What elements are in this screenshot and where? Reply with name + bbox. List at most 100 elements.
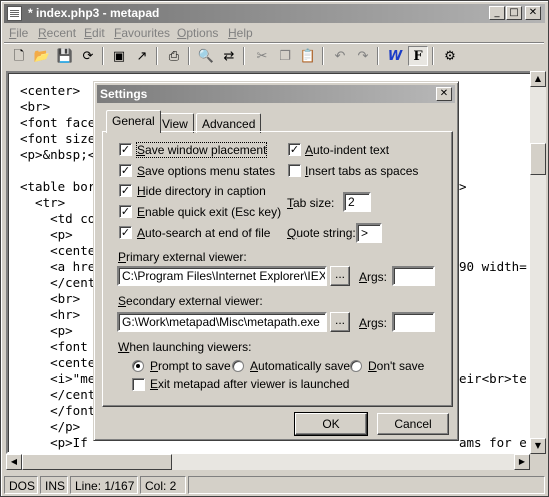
prompt-to-save-label: Prompt to save xyxy=(150,359,231,373)
settings-icon[interactable]: ⚙ xyxy=(440,46,460,66)
code-line-fragment: > xyxy=(459,179,467,194)
toolbar-separator xyxy=(432,47,434,65)
code-line: </font xyxy=(20,403,96,418)
code-line: </cent xyxy=(20,275,96,290)
status-column: Col: 2 xyxy=(140,476,186,494)
dont-save-radio[interactable] xyxy=(350,360,362,372)
tab-general[interactable]: General xyxy=(106,110,161,133)
save-options-menu-checkbox[interactable]: ✓ xyxy=(119,164,132,177)
menu-edit[interactable]: Edit xyxy=(84,26,105,40)
code-line: <br> xyxy=(20,291,81,306)
maximize-button[interactable]: □ xyxy=(506,6,522,20)
code-line: <cente xyxy=(20,355,96,370)
primary-viewer-path-input[interactable]: C:\Program Files\Internet Explorer\IEXPL xyxy=(117,266,327,286)
scroll-up-button[interactable]: ▲ xyxy=(530,71,546,87)
exit-after-launch-checkbox[interactable] xyxy=(132,378,145,391)
menu-options[interactable]: Options xyxy=(177,26,218,40)
tab-size-input[interactable]: 2 xyxy=(343,192,371,212)
code-line: <p>If xyxy=(20,435,88,450)
menu-file[interactable]: File xyxy=(9,26,28,40)
print-icon[interactable]: ⎙ xyxy=(164,46,184,66)
code-line: <td co xyxy=(20,211,96,226)
word-wrap-icon[interactable]: W xyxy=(385,46,405,66)
code-line: <a hre xyxy=(20,259,96,274)
cancel-button[interactable]: Cancel xyxy=(377,413,449,435)
insert-tabs-spaces-checkbox[interactable] xyxy=(288,164,301,177)
tab-view[interactable]: View xyxy=(156,113,194,133)
code-line: <hr> xyxy=(20,307,81,322)
scroll-thumb[interactable] xyxy=(530,143,546,175)
code-line: <p> xyxy=(20,227,73,242)
primary-browse-button[interactable]: ... xyxy=(330,266,350,286)
title-bar: * index.php3 - metapad _ □ ✕ xyxy=(4,4,545,23)
primary-args-label: Args: xyxy=(359,270,388,284)
scroll-down-button[interactable]: ▼ xyxy=(530,438,546,454)
quote-string-input[interactable]: > xyxy=(356,223,382,243)
launch-viewer-icon[interactable]: ▣ xyxy=(109,46,129,66)
exit-after-launch-label: Exit metapad after viewer is launched xyxy=(150,377,350,391)
quick-exit-checkbox[interactable]: ✓ xyxy=(119,205,132,218)
secondary-browse-button[interactable]: ... xyxy=(330,312,350,332)
find-icon[interactable]: 🔍 xyxy=(196,46,216,66)
code-line-fragment: eir<br>te xyxy=(459,371,527,386)
auto-indent-checkbox[interactable]: ✓ xyxy=(288,143,301,156)
auto-save-radio[interactable] xyxy=(232,360,244,372)
auto-search-checkbox[interactable]: ✓ xyxy=(119,226,132,239)
toolbar: 🗋 📂 💾 ⟳ ▣ ↗ ⎙ 🔍 ⇄ ✂ ❐ 📋 ↶ ↷ W F ⚙ xyxy=(4,42,544,70)
status-insert-mode: INS xyxy=(40,476,68,494)
scroll-left-button[interactable]: ◀ xyxy=(6,454,22,470)
tab-advanced[interactable]: Advanced xyxy=(196,113,262,133)
toolbar-separator xyxy=(243,47,245,65)
secondary-args-label: Args: xyxy=(359,316,388,330)
tab-advanced-label: Advanced xyxy=(202,117,256,131)
primary-args-input[interactable] xyxy=(392,266,435,286)
replace-icon[interactable]: ⇄ xyxy=(219,46,239,66)
code-line: <center> xyxy=(20,83,81,98)
code-line: </p> xyxy=(20,419,81,434)
copy-icon[interactable]: ❐ xyxy=(275,46,295,66)
code-line: <p> xyxy=(20,323,73,338)
hide-directory-label: Hide directory in caption xyxy=(137,184,266,198)
menu-favourites[interactable]: Favourites xyxy=(114,26,170,40)
secondary-viewer-path-input[interactable]: G:\Work\metapad\Misc\metapath.exe xyxy=(117,312,327,332)
font-toggle-icon[interactable]: F xyxy=(408,46,428,66)
horizontal-scrollbar[interactable]: ◀ ▶ xyxy=(6,454,530,470)
redo-icon[interactable]: ↷ xyxy=(353,46,373,66)
toolbar-separator xyxy=(377,47,379,65)
launch-secondary-icon[interactable]: ↗ xyxy=(132,46,152,66)
menu-bar: File Recent Edit Favourites Options Help xyxy=(4,24,544,42)
code-line: <p>&nbsp;< xyxy=(20,147,96,162)
cut-icon[interactable]: ✂ xyxy=(252,46,272,66)
save-window-placement-checkbox[interactable]: ✓ xyxy=(119,143,132,156)
minimize-button[interactable]: _ xyxy=(489,6,505,20)
code-line: <cente xyxy=(20,243,96,258)
open-folder-icon[interactable]: 📂 xyxy=(32,46,52,66)
size-grip xyxy=(530,454,546,470)
secondary-args-input[interactable] xyxy=(392,312,435,332)
close-button[interactable]: ✕ xyxy=(525,6,541,20)
window-title: * index.php3 - metapad xyxy=(28,6,160,20)
menu-help[interactable]: Help xyxy=(228,26,253,40)
auto-search-label: Auto-search at end of file xyxy=(137,226,271,240)
vertical-scrollbar[interactable]: ▲ ▼ xyxy=(530,71,546,454)
toolbar-separator xyxy=(322,47,324,65)
status-line: Line: 1/167 xyxy=(70,476,138,494)
ok-button[interactable]: OK xyxy=(294,412,368,436)
save-icon[interactable]: 💾 xyxy=(55,46,75,66)
scroll-thumb[interactable] xyxy=(22,454,172,470)
dialog-close-button[interactable]: ✕ xyxy=(436,87,452,101)
save-window-placement-label: Save window placement xyxy=(135,142,268,158)
undo-icon[interactable]: ↶ xyxy=(330,46,350,66)
dialog-title-bar: Settings ✕ xyxy=(97,85,455,103)
hide-directory-checkbox[interactable]: ✓ xyxy=(119,184,132,197)
paste-icon[interactable]: 📋 xyxy=(298,46,318,66)
prompt-to-save-radio[interactable] xyxy=(132,360,144,372)
new-file-icon[interactable]: 🗋 xyxy=(9,46,29,66)
reload-icon[interactable]: ⟳ xyxy=(78,46,98,66)
code-line: <font face xyxy=(20,115,96,130)
menu-recent[interactable]: Recent xyxy=(38,26,76,40)
dont-save-label: Don't save xyxy=(368,359,425,373)
notepad-icon xyxy=(7,6,22,21)
toolbar-separator xyxy=(102,47,104,65)
scroll-right-button[interactable]: ▶ xyxy=(514,454,530,470)
